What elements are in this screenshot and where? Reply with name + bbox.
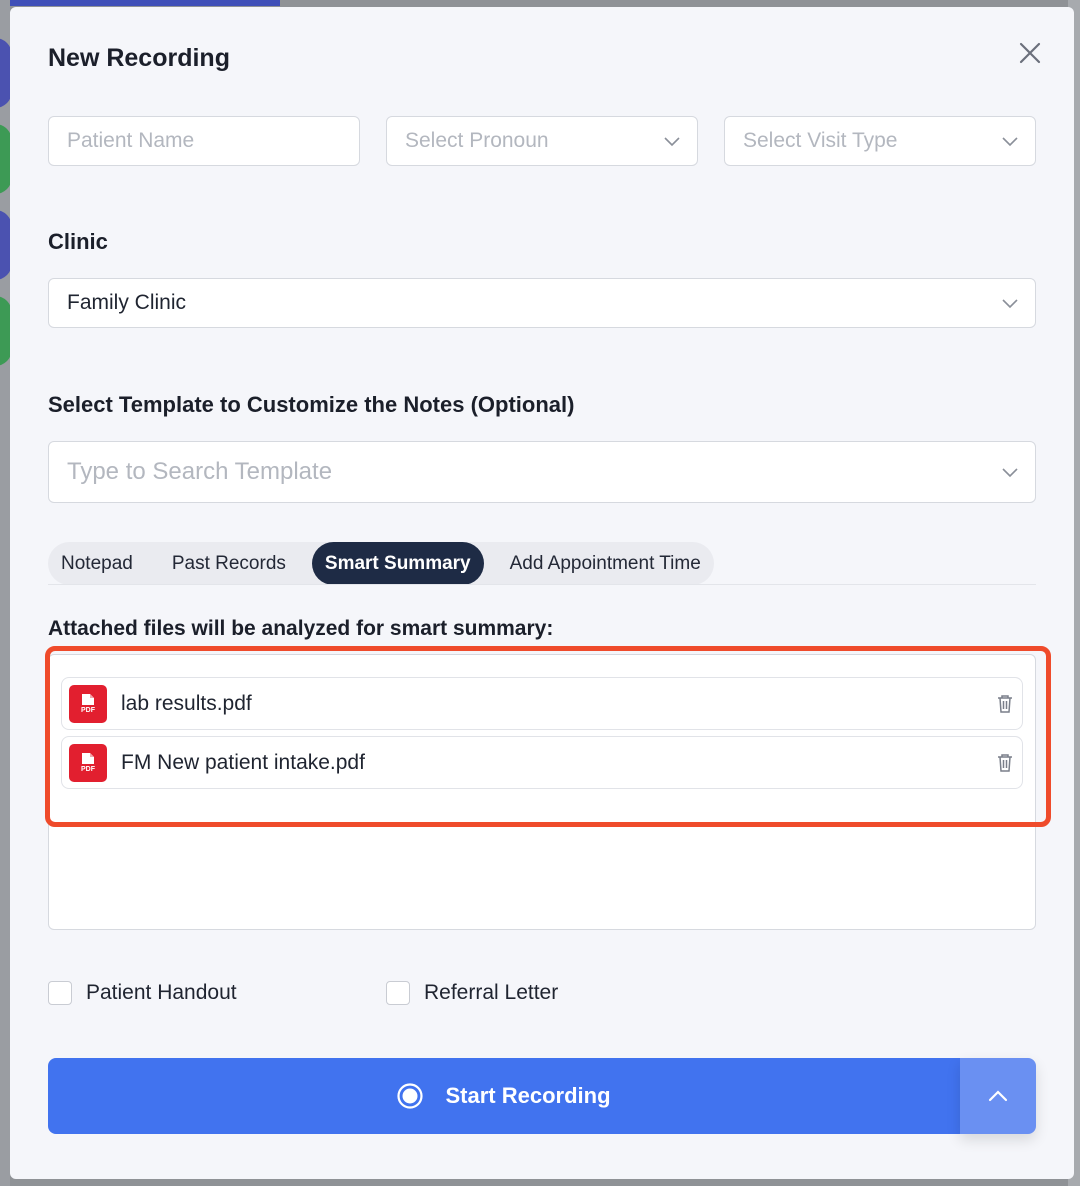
chevron-down-icon — [664, 137, 680, 147]
close-button[interactable] — [1016, 39, 1044, 67]
patient-handout-label: Patient Handout — [86, 981, 237, 1004]
visit-type-select[interactable]: Select Visit Type — [724, 116, 1036, 166]
template-search-input[interactable] — [67, 458, 1035, 486]
attached-files-box: PDF lab results.pdf PDF FM New patient i… — [48, 654, 1036, 930]
clinic-selected-value: Family Clinic — [67, 291, 187, 314]
file-name: FM New patient intake.pdf — [121, 750, 365, 774]
close-icon — [1019, 42, 1041, 64]
tab-notepad[interactable]: Notepad — [48, 542, 146, 585]
tab-bar: Notepad Past Records Smart Summary Add A… — [48, 542, 714, 585]
pronoun-select[interactable]: Select Pronoun — [386, 116, 698, 166]
pdf-file-icon: PDF — [69, 743, 107, 782]
pronoun-placeholder: Select Pronoun — [405, 129, 549, 152]
patient-name-input[interactable] — [67, 129, 359, 153]
pdf-badge: PDF — [81, 707, 95, 714]
modal-title: New Recording — [48, 44, 230, 72]
document-icon — [82, 753, 94, 764]
chevron-up-icon — [988, 1090, 1008, 1102]
referral-letter-option[interactable]: Referral Letter — [386, 981, 558, 1005]
chevron-down-icon — [1002, 468, 1018, 478]
clinic-label: Clinic — [48, 229, 108, 254]
attach-note: Attached files will be analyzed for smar… — [48, 617, 554, 640]
template-label: Select Template to Customize the Notes (… — [48, 392, 575, 417]
start-recording-label: Start Recording — [445, 1083, 611, 1108]
patient-handout-checkbox[interactable] — [48, 981, 72, 1005]
chevron-down-icon — [1002, 299, 1018, 309]
visit-type-placeholder: Select Visit Type — [743, 129, 898, 152]
record-icon — [397, 1083, 424, 1109]
pdf-badge: PDF — [81, 766, 95, 773]
trash-icon[interactable] — [996, 753, 1014, 773]
background-top-bar — [0, 0, 280, 6]
tab-add-appointment-time[interactable]: Add Appointment Time — [484, 542, 714, 585]
tab-divider — [48, 584, 1036, 585]
trash-icon[interactable] — [996, 694, 1014, 714]
chevron-down-icon — [1002, 137, 1018, 147]
patient-handout-option[interactable]: Patient Handout — [48, 981, 237, 1005]
referral-letter-label: Referral Letter — [424, 981, 559, 1004]
file-item: PDF FM New patient intake.pdf — [61, 736, 1023, 789]
clinic-select[interactable]: Family Clinic — [48, 278, 1036, 328]
referral-letter-checkbox[interactable] — [386, 981, 410, 1005]
tab-past-records[interactable]: Past Records — [146, 542, 299, 585]
tab-smart-summary[interactable]: Smart Summary — [311, 542, 484, 585]
file-name: lab results.pdf — [121, 691, 252, 715]
pdf-file-icon: PDF — [69, 684, 107, 723]
file-item: PDF lab results.pdf — [61, 677, 1023, 730]
start-recording-button[interactable]: Start Recording — [48, 1058, 960, 1134]
document-icon — [82, 694, 94, 705]
new-recording-modal: New Recording Select Pronoun Select Visi… — [10, 7, 1074, 1179]
recording-options-toggle[interactable] — [960, 1058, 1036, 1134]
template-search-select[interactable] — [48, 441, 1036, 503]
patient-name-field[interactable] — [48, 116, 360, 166]
